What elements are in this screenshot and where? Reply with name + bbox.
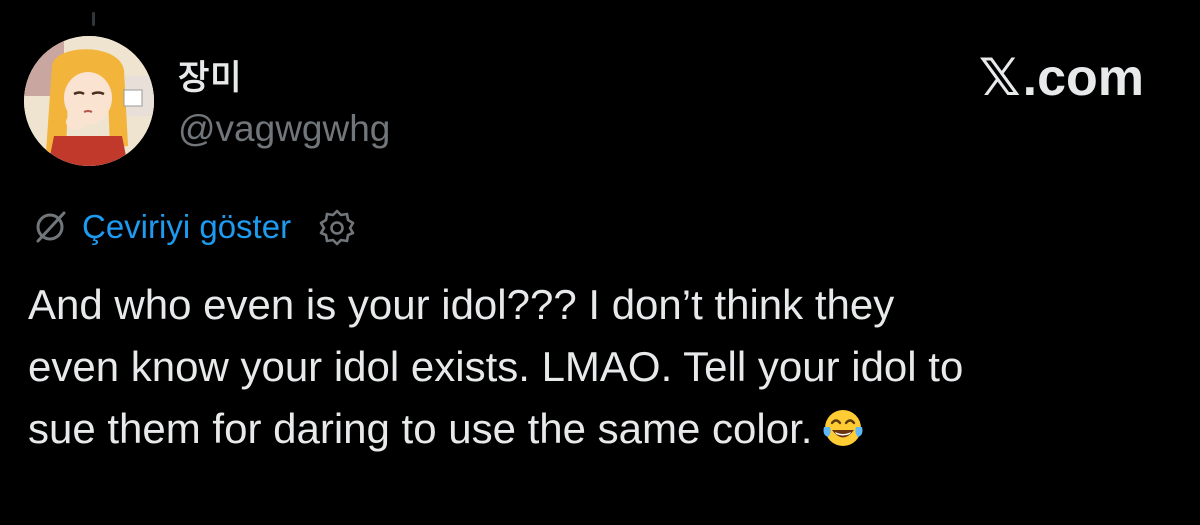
brand-logo: 𝕏 .com <box>979 48 1144 108</box>
thread-line <box>92 12 95 26</box>
avatar[interactable] <box>24 36 154 166</box>
tweet-line: sue them for daring to use the same colo… <box>28 405 813 452</box>
no-translation-icon <box>36 211 66 243</box>
tweet-line-last: sue them for daring to use the same colo… <box>28 398 1178 460</box>
gear-icon[interactable] <box>317 207 357 247</box>
translation-row: Çeviriyi göster <box>30 205 357 249</box>
brand-suffix: .com <box>1022 49 1144 107</box>
face-with-tears-of-joy-icon <box>823 410 863 446</box>
author-handle[interactable]: @vagwgwhg <box>178 108 390 150</box>
x-logo-icon: 𝕏 <box>978 49 1021 107</box>
author-display-name[interactable]: 장미 <box>178 50 243 99</box>
tweet-text: And who even is your idol??? I don’t thi… <box>28 274 1178 460</box>
anime-girl-avatar <box>24 36 154 166</box>
tweet-line: And who even is your idol??? I don’t thi… <box>28 281 895 328</box>
tweet-line: even know your idol exists. LMAO. Tell y… <box>28 343 964 390</box>
show-translation-link[interactable]: Çeviriyi göster <box>82 208 291 246</box>
